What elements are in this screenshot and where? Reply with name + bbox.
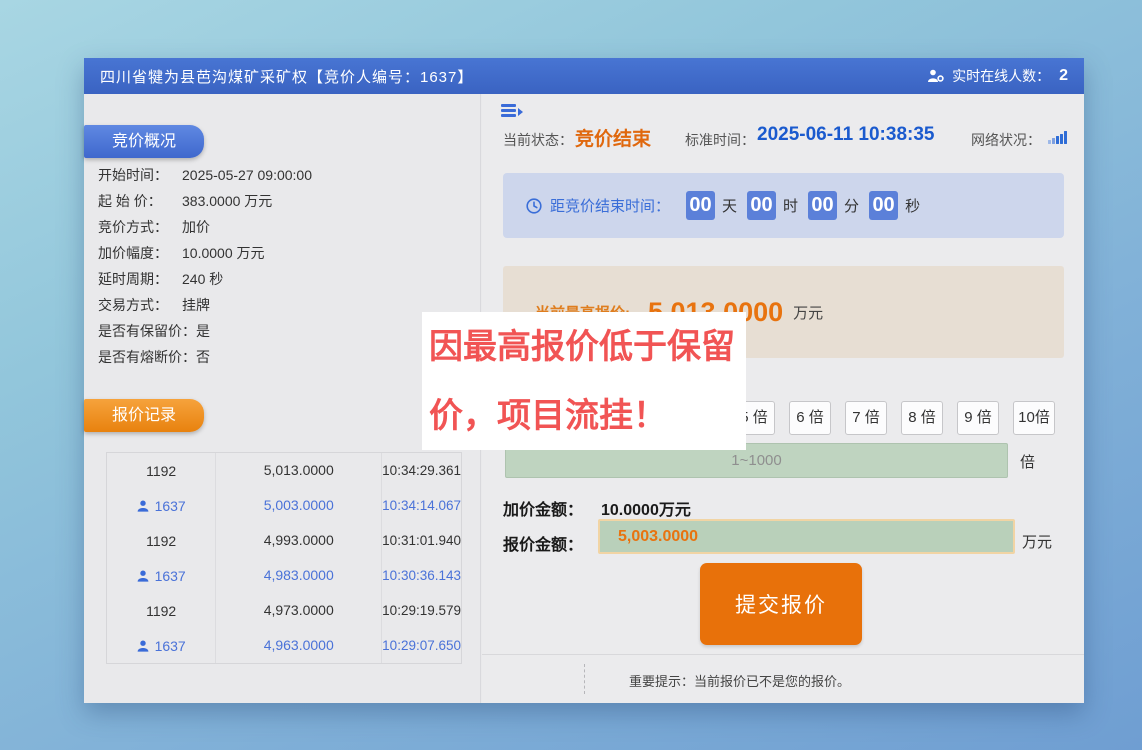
bid-price: 5,013.0000 <box>216 453 382 488</box>
auction-window: 四川省犍为县芭沟煤矿采矿权【竞价人编号：1637】 实时在线人数： 2 竞价概况… <box>84 58 1084 703</box>
bidder-number: 1192 <box>146 603 176 619</box>
overview-row-trade-mode: 交易方式：挂牌 <box>98 292 312 318</box>
countdown-seconds: 00 <box>869 191 898 220</box>
status-bar: 当前状态： 竞价结束 标准时间： 2025-06-11 10:38:35 网络状… <box>482 122 1084 148</box>
user-icon <box>137 570 149 582</box>
increment-amount-label: 加价金额： <box>503 496 583 520</box>
bid-record-row: 1192 5,013.0000 10:34:29.361 <box>107 453 461 488</box>
overview-row-circuit-breaker: 是否有熔断价：否 <box>98 344 312 370</box>
overview-row-start-time: 开始时间：2025-05-27 09:00:00 <box>98 162 312 188</box>
bid-price: 4,993.0000 <box>216 523 382 558</box>
bid-amount-input[interactable] <box>598 519 1015 554</box>
overview-row-bid-mode: 竞价方式：加价 <box>98 214 312 240</box>
menu-icon[interactable] <box>501 104 525 119</box>
clock-icon <box>526 198 542 214</box>
bid-price: 4,973.0000 <box>216 593 382 628</box>
countdown-unit-day: 天 <box>722 195 737 216</box>
bid-record-row: 1637 5,003.0000 10:34:14.067 <box>107 488 461 523</box>
tab-auction-overview: 竞价概况 <box>84 125 204 158</box>
bid-price: 4,983.0000 <box>216 558 382 593</box>
footer-divider <box>584 664 585 694</box>
titlebar: 四川省犍为县芭沟煤矿采矿权【竞价人编号：1637】 实时在线人数： 2 <box>84 58 1084 94</box>
footer: 重要提示：当前报价已不是您的报价。 <box>482 654 1084 703</box>
bid-price: 4,963.0000 <box>216 628 382 663</box>
page-title: 四川省犍为县芭沟煤矿采矿权【竞价人编号：1637】 <box>100 66 473 87</box>
bidder-number: 1637 <box>155 568 186 584</box>
countdown-hours: 00 <box>747 191 776 220</box>
bid-time: 10:30:36.143 <box>382 558 461 593</box>
footer-note: 重要提示：当前报价已不是您的报价。 <box>629 671 850 690</box>
overview-row-reserve-price: 是否有保留价：是 <box>98 318 312 344</box>
countdown-days: 00 <box>686 191 715 220</box>
bid-time: 10:31:01.940 <box>382 523 461 558</box>
countdown-minutes: 00 <box>808 191 837 220</box>
multiplier-button-7[interactable]: 7 倍 <box>845 401 887 435</box>
bid-records-table: 1192 5,013.0000 10:34:29.361 1637 5,003.… <box>106 452 462 664</box>
countdown-box: 距竞价结束时间： 00 天 00 时 00 分 00 秒 <box>503 173 1064 238</box>
bidder-number: 1637 <box>155 498 186 514</box>
countdown-unit-hour: 时 <box>783 195 798 216</box>
countdown-unit-minute: 分 <box>844 195 859 216</box>
countdown-label: 距竞价结束时间： <box>550 195 670 216</box>
current-state-label: 当前状态： <box>503 130 573 150</box>
bid-amount-unit: 万元 <box>1022 531 1052 552</box>
online-users: 实时在线人数： 2 <box>927 66 1068 86</box>
user-icon <box>137 640 149 652</box>
standard-time-label: 标准时间： <box>685 130 755 150</box>
bid-time: 10:29:07.650 <box>382 628 461 663</box>
standard-time-value: 2025-06-11 10:38:35 <box>757 124 934 146</box>
failed-auction-notice: 因最高报价低于保留价，项目流挂！ <box>422 312 746 450</box>
current-state-value: 竞价结束 <box>575 124 651 151</box>
bid-amount-label: 报价金额： <box>503 531 583 555</box>
submit-bid-button[interactable]: 提交报价 <box>700 563 862 645</box>
bidder-number: 1637 <box>155 638 186 654</box>
overview-row-increment: 加价幅度：10.0000 万元 <box>98 240 312 266</box>
signal-bars-icon <box>1048 131 1070 144</box>
online-users-icon <box>927 69 945 83</box>
online-users-count: 2 <box>1059 67 1068 85</box>
multiplier-button-6[interactable]: 6 倍 <box>789 401 831 435</box>
overview-list: 开始时间：2025-05-27 09:00:00 起 始 价：383.0000 … <box>98 162 312 370</box>
bid-time: 10:34:29.361 <box>382 453 461 488</box>
user-icon <box>137 500 149 512</box>
bidder-number: 1192 <box>146 463 176 479</box>
countdown-unit-second: 秒 <box>905 195 920 216</box>
bidder-number: 1192 <box>146 533 176 549</box>
multiplier-button-9[interactable]: 9 倍 <box>957 401 999 435</box>
bid-price: 5,003.0000 <box>216 488 382 523</box>
bid-record-row: 1637 4,983.0000 10:30:36.143 <box>107 558 461 593</box>
multiplier-unit-label: 倍 <box>1020 451 1035 472</box>
multiplier-button-10[interactable]: 10倍 <box>1013 401 1055 435</box>
multiplier-button-8[interactable]: 8 倍 <box>901 401 943 435</box>
bid-record-row: 1637 4,963.0000 10:29:07.650 <box>107 628 461 663</box>
network-status-label: 网络状况： <box>971 130 1041 150</box>
highest-bid-unit: 万元 <box>793 302 823 323</box>
bid-record-row: 1192 4,993.0000 10:31:01.940 <box>107 523 461 558</box>
increment-amount-value: 10.0000万元 <box>601 496 691 520</box>
bid-record-row: 1192 4,973.0000 10:29:19.579 <box>107 593 461 628</box>
tab-bid-records: 报价记录 <box>84 399 204 432</box>
overview-row-start-price: 起 始 价：383.0000 万元 <box>98 188 312 214</box>
online-users-label: 实时在线人数： <box>952 66 1050 86</box>
bid-time: 10:29:19.579 <box>382 593 461 628</box>
bid-time: 10:34:14.067 <box>382 488 461 523</box>
overview-row-delay-cycle: 延时周期：240 秒 <box>98 266 312 292</box>
